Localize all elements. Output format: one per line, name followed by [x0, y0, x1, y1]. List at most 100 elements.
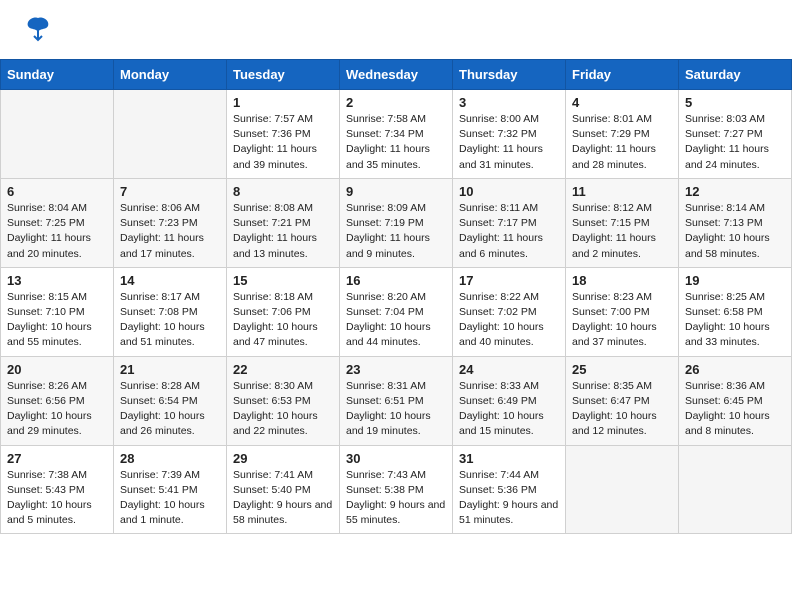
calendar-cell: 29Sunrise: 7:41 AM Sunset: 5:40 PM Dayli… [227, 445, 340, 534]
calendar-cell: 30Sunrise: 7:43 AM Sunset: 5:38 PM Dayli… [340, 445, 453, 534]
weekday-header-row: SundayMondayTuesdayWednesdayThursdayFrid… [1, 60, 792, 90]
calendar-cell [114, 90, 227, 179]
day-number: 12 [685, 184, 786, 199]
calendar-cell: 21 Sunrise: 8:28 AM Sunset: 6:54 PM Dayli… [114, 356, 227, 445]
day-info: Sunrise: 7:44 AM Sunset: 5:36 PM Dayligh… [459, 468, 560, 529]
calendar-cell: 26 Sunrise: 8:36 AM Sunset: 6:45 PM Dayli… [679, 356, 792, 445]
calendar-cell: 3 Sunrise: 8:00 AM Sunset: 7:32 PM Daylig… [453, 90, 566, 179]
day-number: 8 [233, 184, 334, 199]
calendar-cell: 1 Sunrise: 7:57 AM Sunset: 7:36 PM Daylig… [227, 90, 340, 179]
calendar-cell: 19 Sunrise: 8:25 AM Sunset: 6:58 PM Dayli… [679, 267, 792, 356]
day-info: Sunrise: 8:33 AM Sunset: 6:49 PM Dayligh… [459, 379, 560, 440]
day-info: Sunrise: 7:43 AM Sunset: 5:38 PM Dayligh… [346, 468, 447, 529]
calendar-cell: 4Sunrise: 8:01 AM Sunset: 7:29 PM Daylig… [566, 90, 679, 179]
day-number: 3 [459, 95, 560, 110]
day-info: Sunrise: 7:58 AM Sunset: 7:34 PM Dayligh… [346, 112, 447, 173]
day-info: Sunrise: 8:14 AM Sunset: 7:13 PM Dayligh… [685, 201, 786, 262]
weekday-header-thursday: Thursday [453, 60, 566, 90]
day-info: Sunrise: 8:18 AM Sunset: 7:06 PM Dayligh… [233, 290, 334, 351]
calendar-cell: 15 Sunrise: 8:18 AM Sunset: 7:06 PM Dayli… [227, 267, 340, 356]
week-row-2: 6 Sunrise: 8:04 AM Sunset: 7:25 PM Daylig… [1, 178, 792, 267]
day-info: Sunrise: 8:28 AM Sunset: 6:54 PM Dayligh… [120, 379, 221, 440]
day-number: 31 [459, 451, 560, 466]
day-number: 15 [233, 273, 334, 288]
calendar-cell: 8 Sunrise: 8:08 AM Sunset: 7:21 PM Daylig… [227, 178, 340, 267]
day-info: Sunrise: 7:38 AM Sunset: 5:43 PM Dayligh… [7, 468, 108, 529]
weekday-header-wednesday: Wednesday [340, 60, 453, 90]
calendar-cell: 31 Sunrise: 7:44 AM Sunset: 5:36 PM Dayli… [453, 445, 566, 534]
calendar-cell: 13 Sunrise: 8:15 AM Sunset: 7:10 PM Dayli… [1, 267, 114, 356]
day-info: Sunrise: 8:06 AM Sunset: 7:23 PM Dayligh… [120, 201, 221, 262]
day-info: Sunrise: 8:04 AM Sunset: 7:25 PM Dayligh… [7, 201, 108, 262]
weekday-header-tuesday: Tuesday [227, 60, 340, 90]
day-info: Sunrise: 8:23 AM Sunset: 7:00 PM Dayligh… [572, 290, 673, 351]
calendar-cell: 27 Sunrise: 7:38 AM Sunset: 5:43 PM Dayli… [1, 445, 114, 534]
week-row-1: 1 Sunrise: 7:57 AM Sunset: 7:36 PM Daylig… [1, 90, 792, 179]
day-number: 4 [572, 95, 673, 110]
weekday-header-sunday: Sunday [1, 60, 114, 90]
day-number: 21 [120, 362, 221, 377]
day-info: Sunrise: 8:36 AM Sunset: 6:45 PM Dayligh… [685, 379, 786, 440]
calendar-cell: 9 Sunrise: 8:09 AM Sunset: 7:19 PM Daylig… [340, 178, 453, 267]
day-info: Sunrise: 8:03 AM Sunset: 7:27 PM Dayligh… [685, 112, 786, 173]
day-info: Sunrise: 8:20 AM Sunset: 7:04 PM Dayligh… [346, 290, 447, 351]
calendar-cell: 25 Sunrise: 8:35 AM Sunset: 6:47 PM Dayli… [566, 356, 679, 445]
calendar-cell: 24Sunrise: 8:33 AM Sunset: 6:49 PM Dayli… [453, 356, 566, 445]
calendar-cell: 17 Sunrise: 8:22 AM Sunset: 7:02 PM Dayli… [453, 267, 566, 356]
week-row-3: 13 Sunrise: 8:15 AM Sunset: 7:10 PM Dayli… [1, 267, 792, 356]
day-number: 25 [572, 362, 673, 377]
day-number: 28 [120, 451, 221, 466]
day-info: Sunrise: 8:22 AM Sunset: 7:02 PM Dayligh… [459, 290, 560, 351]
page-header [0, 0, 792, 59]
day-info: Sunrise: 8:31 AM Sunset: 6:51 PM Dayligh… [346, 379, 447, 440]
calendar-cell: 20 Sunrise: 8:26 AM Sunset: 6:56 PM Dayli… [1, 356, 114, 445]
logo-bird-icon [24, 14, 52, 49]
day-number: 2 [346, 95, 447, 110]
day-number: 13 [7, 273, 108, 288]
calendar-table: SundayMondayTuesdayWednesdayThursdayFrid… [0, 59, 792, 534]
calendar-cell: 2 Sunrise: 7:58 AM Sunset: 7:34 PM Daylig… [340, 90, 453, 179]
calendar-cell: 10Sunrise: 8:11 AM Sunset: 7:17 PM Dayli… [453, 178, 566, 267]
day-info: Sunrise: 8:26 AM Sunset: 6:56 PM Dayligh… [7, 379, 108, 440]
day-number: 22 [233, 362, 334, 377]
day-info: Sunrise: 7:57 AM Sunset: 7:36 PM Dayligh… [233, 112, 334, 173]
calendar-cell: 14 Sunrise: 8:17 AM Sunset: 7:08 PM Dayli… [114, 267, 227, 356]
week-row-5: 27 Sunrise: 7:38 AM Sunset: 5:43 PM Dayli… [1, 445, 792, 534]
calendar-cell: 18 Sunrise: 8:23 AM Sunset: 7:00 PM Dayli… [566, 267, 679, 356]
weekday-header-monday: Monday [114, 60, 227, 90]
calendar-cell: 6 Sunrise: 8:04 AM Sunset: 7:25 PM Daylig… [1, 178, 114, 267]
logo [20, 18, 52, 49]
day-info: Sunrise: 8:35 AM Sunset: 6:47 PM Dayligh… [572, 379, 673, 440]
calendar-cell: 5 Sunrise: 8:03 AM Sunset: 7:27 PM Daylig… [679, 90, 792, 179]
calendar-cell: 11Sunrise: 8:12 AM Sunset: 7:15 PM Dayli… [566, 178, 679, 267]
day-info: Sunrise: 8:15 AM Sunset: 7:10 PM Dayligh… [7, 290, 108, 351]
day-info: Sunrise: 8:17 AM Sunset: 7:08 PM Dayligh… [120, 290, 221, 351]
day-number: 1 [233, 95, 334, 110]
day-number: 20 [7, 362, 108, 377]
day-number: 14 [120, 273, 221, 288]
day-info: Sunrise: 8:09 AM Sunset: 7:19 PM Dayligh… [346, 201, 447, 262]
day-number: 17 [459, 273, 560, 288]
day-number: 27 [7, 451, 108, 466]
calendar-cell: 23 Sunrise: 8:31 AM Sunset: 6:51 PM Dayli… [340, 356, 453, 445]
day-info: Sunrise: 8:00 AM Sunset: 7:32 PM Dayligh… [459, 112, 560, 173]
day-number: 16 [346, 273, 447, 288]
day-info: Sunrise: 8:11 AM Sunset: 7:17 PM Dayligh… [459, 201, 560, 262]
calendar-cell: 12 Sunrise: 8:14 AM Sunset: 7:13 PM Dayli… [679, 178, 792, 267]
calendar-cell: 7 Sunrise: 8:06 AM Sunset: 7:23 PM Daylig… [114, 178, 227, 267]
day-number: 19 [685, 273, 786, 288]
day-info: Sunrise: 8:08 AM Sunset: 7:21 PM Dayligh… [233, 201, 334, 262]
day-info: Sunrise: 8:30 AM Sunset: 6:53 PM Dayligh… [233, 379, 334, 440]
day-number: 9 [346, 184, 447, 199]
day-number: 29 [233, 451, 334, 466]
calendar-cell [566, 445, 679, 534]
calendar-cell: 16 Sunrise: 8:20 AM Sunset: 7:04 PM Dayli… [340, 267, 453, 356]
day-number: 7 [120, 184, 221, 199]
day-number: 5 [685, 95, 786, 110]
day-number: 11 [572, 184, 673, 199]
day-number: 6 [7, 184, 108, 199]
day-number: 23 [346, 362, 447, 377]
day-info: Sunrise: 8:25 AM Sunset: 6:58 PM Dayligh… [685, 290, 786, 351]
day-number: 26 [685, 362, 786, 377]
day-number: 18 [572, 273, 673, 288]
